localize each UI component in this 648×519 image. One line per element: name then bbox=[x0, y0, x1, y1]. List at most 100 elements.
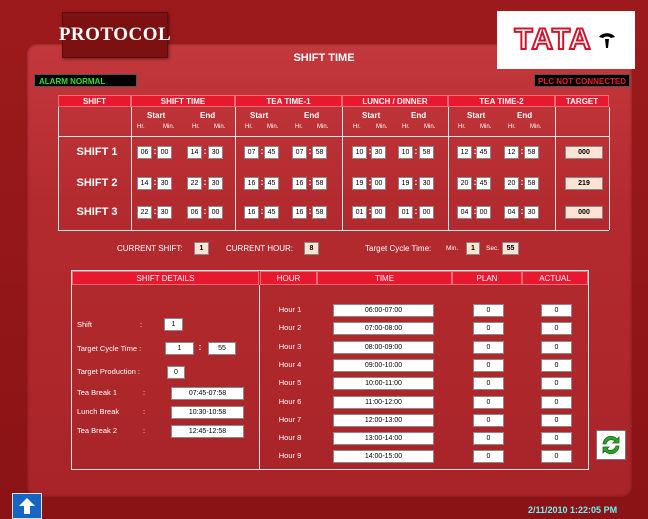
shift-time-field[interactable]: 58 bbox=[524, 177, 539, 190]
hour-time-field: 11:00-12:00 bbox=[333, 395, 434, 409]
shift-time-field[interactable]: 58 bbox=[312, 177, 327, 190]
shift-time-field[interactable]: 19 bbox=[352, 177, 367, 190]
detail-colon: : bbox=[143, 426, 146, 435]
plan-field: 0 bbox=[473, 340, 504, 354]
current-shift-value: 1 bbox=[194, 242, 209, 255]
shift-time-field[interactable]: 16 bbox=[292, 206, 307, 219]
shift-time-field[interactable]: 30 bbox=[524, 206, 539, 219]
shift-time-field[interactable]: 00 bbox=[371, 177, 386, 190]
start-label: Start bbox=[250, 111, 269, 120]
shift-time-field[interactable]: 20 bbox=[504, 177, 519, 190]
target-field[interactable]: 000 bbox=[565, 146, 603, 159]
detail-colon: : bbox=[198, 342, 202, 352]
alarm-status: ALARM NORMAL bbox=[34, 74, 137, 87]
shift-time-field[interactable]: 30 bbox=[371, 146, 386, 159]
shift-time-field[interactable]: 00 bbox=[419, 206, 434, 219]
shift-time-field[interactable]: 45 bbox=[264, 206, 279, 219]
detail-colon: : bbox=[140, 320, 143, 329]
shift-time-field[interactable]: 20 bbox=[457, 177, 472, 190]
detail-shift-label: Shift bbox=[77, 320, 93, 329]
hr-label: Hr. bbox=[458, 124, 466, 130]
plan-field: 0 bbox=[473, 322, 504, 336]
shift-details-header: SHIFT DETAILS bbox=[72, 271, 259, 285]
tata-emblem-icon bbox=[598, 33, 615, 48]
shift-time-field[interactable]: 12 bbox=[504, 146, 519, 159]
shift-time-field[interactable]: 45 bbox=[264, 177, 279, 190]
shift-time-field[interactable]: 30 bbox=[157, 206, 172, 219]
plan-field: 0 bbox=[473, 432, 504, 446]
shift-time-field[interactable]: 30 bbox=[208, 177, 223, 190]
hour-time-field: 10:00-11:00 bbox=[333, 377, 434, 391]
grid-line bbox=[555, 107, 556, 230]
min-label: Min. bbox=[163, 124, 175, 130]
target-cycle-label: Target Cycle Time: bbox=[365, 244, 432, 253]
plan-field: 0 bbox=[473, 450, 504, 464]
shift-time-field[interactable]: 00 bbox=[208, 206, 223, 219]
shift-time-field[interactable]: 00 bbox=[157, 146, 172, 159]
min-label: Min. bbox=[424, 124, 436, 130]
detail-cycle-label: Target Cycle Time : bbox=[77, 344, 142, 353]
actual-field: 0 bbox=[541, 322, 572, 336]
hour-label: Hour 6 bbox=[278, 396, 302, 406]
header-target: TARGET bbox=[555, 95, 609, 107]
shift-time-field[interactable]: 12 bbox=[457, 146, 472, 159]
target-field[interactable]: 219 bbox=[565, 177, 603, 190]
shift-time-field[interactable]: 06 bbox=[137, 146, 152, 159]
detail-production-label: Target Production : bbox=[77, 367, 140, 376]
shift-time-field[interactable]: 14 bbox=[137, 177, 152, 190]
shift-time-field[interactable]: 45 bbox=[476, 177, 491, 190]
shift-time-field[interactable]: 58 bbox=[312, 206, 327, 219]
cycle-min-label: Min. bbox=[446, 245, 459, 252]
shift-time-field[interactable]: 45 bbox=[476, 146, 491, 159]
shift-time-field[interactable]: 22 bbox=[187, 177, 202, 190]
shift-time-field[interactable]: 04 bbox=[457, 206, 472, 219]
shift-time-field[interactable]: 19 bbox=[398, 177, 413, 190]
shift-time-field[interactable]: 07 bbox=[292, 146, 307, 159]
shift-time-field[interactable]: 00 bbox=[371, 206, 386, 219]
shift-time-field[interactable]: 06 bbox=[187, 206, 202, 219]
hr-label: Hr. bbox=[295, 124, 303, 130]
hour-time-field: 08:00-09:00 bbox=[333, 340, 434, 354]
detail-tea2-value: 12:45-12:58 bbox=[171, 425, 244, 438]
shift-time-field[interactable]: 16 bbox=[244, 177, 259, 190]
current-shift-label: CURRENT SHIFT: bbox=[117, 244, 183, 253]
shift-time-field[interactable]: 58 bbox=[524, 146, 539, 159]
hour-time-field: 07:00-08:00 bbox=[333, 322, 434, 336]
shift-time-field[interactable]: 16 bbox=[292, 177, 307, 190]
shift-time-field[interactable]: 10 bbox=[398, 146, 413, 159]
shift-time-field[interactable]: 14 bbox=[187, 146, 202, 159]
home-button[interactable] bbox=[12, 493, 42, 519]
grid-line bbox=[609, 107, 610, 230]
shift-time-field[interactable]: 58 bbox=[419, 146, 434, 159]
shift-time-field[interactable]: 10 bbox=[352, 146, 367, 159]
detail-cycle-min: 1 bbox=[165, 342, 194, 355]
shift-time-field[interactable]: 07 bbox=[244, 146, 259, 159]
shift-time-field[interactable]: 30 bbox=[208, 146, 223, 159]
hour-time-field: 06:00-07:00 bbox=[333, 304, 434, 317]
detail-lunch-label: Lunch Break bbox=[77, 407, 120, 416]
shift-time-field[interactable]: 45 bbox=[264, 146, 279, 159]
actual-field: 0 bbox=[541, 377, 572, 391]
hr-label: Hr. bbox=[353, 124, 361, 130]
shift-time-field[interactable]: 01 bbox=[352, 206, 367, 219]
shift-time-field[interactable]: 30 bbox=[157, 177, 172, 190]
hour-label: Hour 5 bbox=[278, 378, 302, 388]
hr-label: Hr. bbox=[192, 124, 200, 130]
shift-time-field[interactable]: 04 bbox=[504, 206, 519, 219]
cycle-sec-label: Sec. bbox=[486, 245, 500, 252]
shift-row-label: SHIFT 3 bbox=[76, 206, 118, 218]
shift-time-field[interactable]: 22 bbox=[137, 206, 152, 219]
details-divider bbox=[259, 285, 260, 469]
min-label: Min. bbox=[530, 124, 542, 130]
shift-time-field[interactable]: 16 bbox=[244, 206, 259, 219]
shift-time-field[interactable]: 01 bbox=[398, 206, 413, 219]
actual-field: 0 bbox=[541, 432, 572, 446]
refresh-button[interactable] bbox=[596, 430, 626, 460]
shift-time-field[interactable]: 58 bbox=[312, 146, 327, 159]
grid-line bbox=[235, 107, 236, 230]
shift-time-field[interactable]: 00 bbox=[476, 206, 491, 219]
detail-tea2-label: Tea Break 2 bbox=[77, 426, 118, 435]
min-label: Min. bbox=[376, 124, 388, 130]
target-field[interactable]: 000 bbox=[565, 206, 603, 219]
shift-time-field[interactable]: 30 bbox=[419, 177, 434, 190]
